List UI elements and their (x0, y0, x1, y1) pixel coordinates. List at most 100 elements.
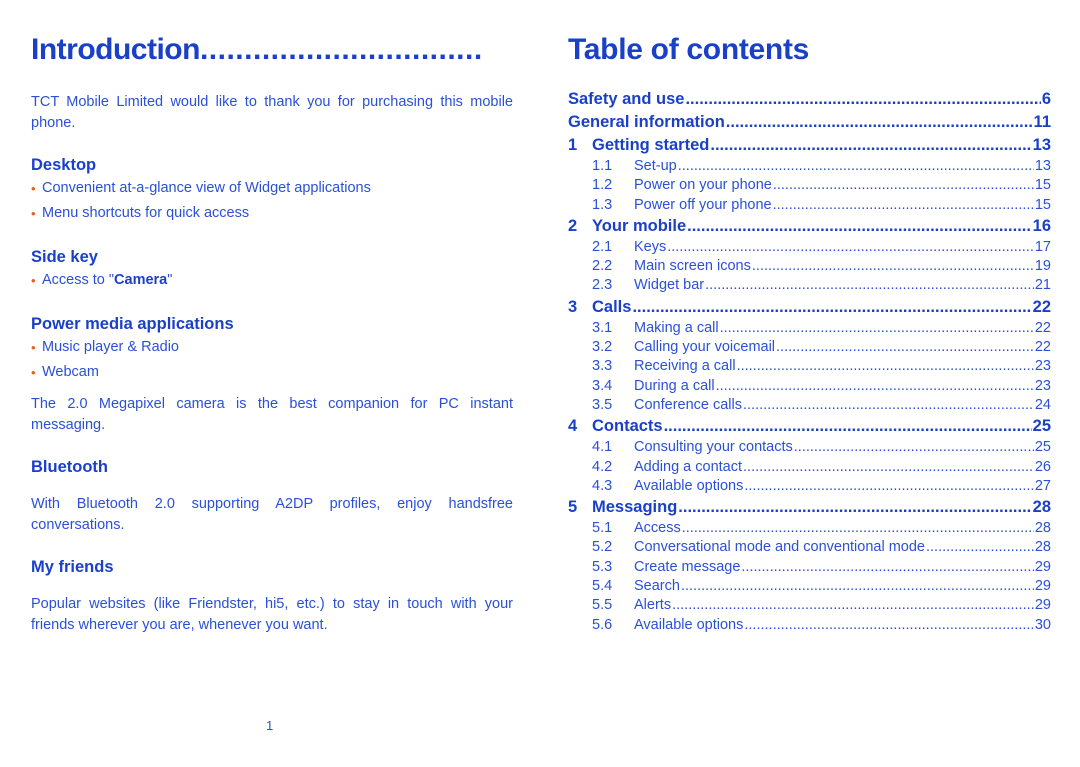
list-item: Access to "Camera" (31, 268, 513, 293)
toc-entry[interactable]: 4.2 Adding a contact.....................… (568, 458, 1051, 477)
toc-leader-dots: ........................................… (632, 297, 1032, 316)
toc-entry-number: 5.2 (592, 539, 613, 556)
toc-entry-page-number: 23 (1034, 358, 1051, 375)
toc-entry[interactable]: 5.4 Search...............................… (568, 577, 1051, 596)
toc-entry-page-number: 16 (1032, 216, 1051, 235)
toc-entry-number: 4.1 (592, 439, 613, 456)
toc-entry[interactable]: 2.3 Widget bar...........................… (568, 276, 1051, 295)
toc-entry-number: 3.5 (592, 396, 613, 413)
toc-entry-number: 1 (568, 136, 578, 154)
power-media-bullet-list: Music player & Radio Webcam (31, 335, 513, 385)
section-heading-power-media-applications: Power media applications (31, 315, 234, 333)
toc-entry[interactable]: 5.6 Available options....................… (568, 616, 1051, 635)
list-item: Convenient at-a-glance view of Widget ap… (31, 176, 513, 201)
toc-leader-dots: ........................................… (672, 597, 1034, 614)
toc-entry-label: Available options (634, 616, 744, 633)
toc-entry-label: Adding a contact (634, 458, 743, 475)
toc-entry[interactable]: General information.....................… (568, 111, 1051, 134)
toc-entry[interactable]: 2.2 Main screen icons....................… (568, 257, 1051, 276)
toc-entry-number: 3 (568, 297, 578, 316)
toc-leader-dots: ........................................… (772, 177, 1034, 194)
toc-entry-page-number: 17 (1034, 238, 1051, 255)
toc-entry-label: Power off your phone (634, 196, 772, 213)
toc-entry-number: 2.2 (592, 258, 613, 275)
toc-entry[interactable]: 4.3 Available options....................… (568, 477, 1051, 496)
toc-entry-page-number: 29 (1034, 578, 1051, 595)
bullet-text-suffix: " (167, 272, 173, 288)
toc-entry-label: Receiving a call (634, 358, 736, 375)
toc-entry-number: 2 (568, 216, 578, 235)
toc-entry-number: 1.3 (592, 196, 613, 213)
toc-entry[interactable]: 5.3 Create message.......................… (568, 558, 1051, 577)
toc-entry-page-number: 29 (1034, 597, 1051, 614)
toc-entry[interactable]: 1.1 Set-up...............................… (568, 157, 1051, 176)
toc-entry-page-number: 23 (1034, 377, 1051, 394)
toc-entry[interactable]: 4 Contacts...............................… (568, 415, 1051, 438)
toc-leader-dots: ........................................… (743, 458, 1034, 475)
toc-entry[interactable]: 2 Your mobile............................… (568, 215, 1051, 238)
toc-entry-number: 4.3 (592, 477, 613, 494)
section-heading-side-key: Side key (31, 248, 98, 266)
toc-entry-list: Safety and use..........................… (568, 88, 1051, 635)
toc-entry[interactable]: 4.1 Consulting your contacts.............… (568, 438, 1051, 457)
table-of-contents: Table of contents Safety and use........… (568, 30, 1051, 635)
toc-entry-label: Safety and use (568, 90, 685, 108)
toc-leader-dots: ........................................… (663, 417, 1032, 436)
toc-entry-number: 1.1 (592, 158, 613, 174)
toc-entry[interactable]: 5 Messaging..............................… (568, 496, 1051, 519)
toc-entry-label: Conference calls (634, 396, 742, 413)
toc-leader-dots: ........................................… (725, 113, 1033, 131)
toc-entry-label: Available options (634, 477, 744, 494)
toc-entry[interactable]: 3 Calls..................................… (568, 296, 1051, 319)
toc-entry[interactable]: 1.3 Power off your phone.................… (568, 196, 1051, 215)
toc-entry-number: 2.3 (592, 277, 613, 294)
toc-entry-number: 1.2 (592, 177, 613, 194)
toc-entry-page-number: 13 (1032, 136, 1051, 154)
toc-entry-label: Your mobile (592, 216, 687, 235)
toc-leader-dots: ........................................… (743, 396, 1034, 413)
section-heading-bluetooth: Bluetooth (31, 458, 108, 476)
toc-leader-dots: ........................................… (681, 520, 1034, 537)
toc-entry[interactable]: 3.4 During a call........................… (568, 377, 1051, 396)
toc-entry-number: 3.2 (592, 339, 613, 356)
toc-entry[interactable]: 3.2 Calling your voicemail...............… (568, 338, 1051, 357)
toc-entry-label: Consulting your contacts (634, 439, 793, 456)
toc-entry[interactable]: 5.1 Access...............................… (568, 519, 1051, 538)
toc-entry[interactable]: 1.2 Power on your phone..................… (568, 176, 1051, 195)
toc-leader-dots: ........................................… (715, 377, 1034, 394)
toc-entry[interactable]: 5.5 Alerts...............................… (568, 596, 1051, 615)
toc-entry[interactable]: Safety and use..........................… (568, 88, 1051, 111)
left-page: Introduction............................… (0, 0, 540, 767)
toc-entry-number: 2.1 (592, 238, 613, 255)
toc-entry-page-number: 11 (1033, 113, 1051, 131)
toc-entry-page-number: 22 (1034, 319, 1051, 336)
toc-entry-page-number: 29 (1034, 558, 1051, 575)
toc-entry-label: Power on your phone (634, 177, 772, 194)
side-key-bullet-list: Access to "Camera" (31, 268, 513, 293)
toc-entry[interactable]: 3.5 Conference calls.....................… (568, 396, 1051, 415)
toc-entry[interactable]: 1 Getting started........................… (568, 134, 1051, 157)
toc-entry-label: Keys (634, 238, 667, 255)
toc-entry[interactable]: 2.1 Keys.................................… (568, 238, 1051, 257)
toc-entry-label: Conversational mode and conventional mod… (634, 539, 925, 556)
toc-entry[interactable]: 3.3 Receiving a call.....................… (568, 357, 1051, 376)
toc-entry-label: Create message (634, 558, 741, 575)
bullet-text-emphasis: Camera (114, 272, 168, 288)
toc-entry[interactable]: 3.1 Making a call........................… (568, 319, 1051, 338)
toc-entry-number: 3.3 (592, 358, 613, 375)
toc-entry-label: Contacts (592, 417, 663, 436)
desktop-bullet-list: Convenient at-a-glance view of Widget ap… (31, 176, 513, 226)
toc-entry-number: 5 (568, 498, 578, 517)
toc-entry-page-number: 28 (1034, 539, 1051, 556)
chapter-heading-leader-dots: ................................ (199, 33, 483, 66)
toc-leader-dots: ........................................… (776, 339, 1034, 356)
toc-entry-page-number: 15 (1034, 196, 1051, 213)
toc-entry[interactable]: 5.2 Conversational mode and conventional … (568, 538, 1051, 557)
toc-leader-dots: ........................................… (667, 238, 1034, 255)
list-item: Webcam (31, 360, 513, 385)
chapter-heading-text: Introduction (31, 33, 200, 66)
toc-leader-dots: ........................................… (926, 539, 1034, 556)
